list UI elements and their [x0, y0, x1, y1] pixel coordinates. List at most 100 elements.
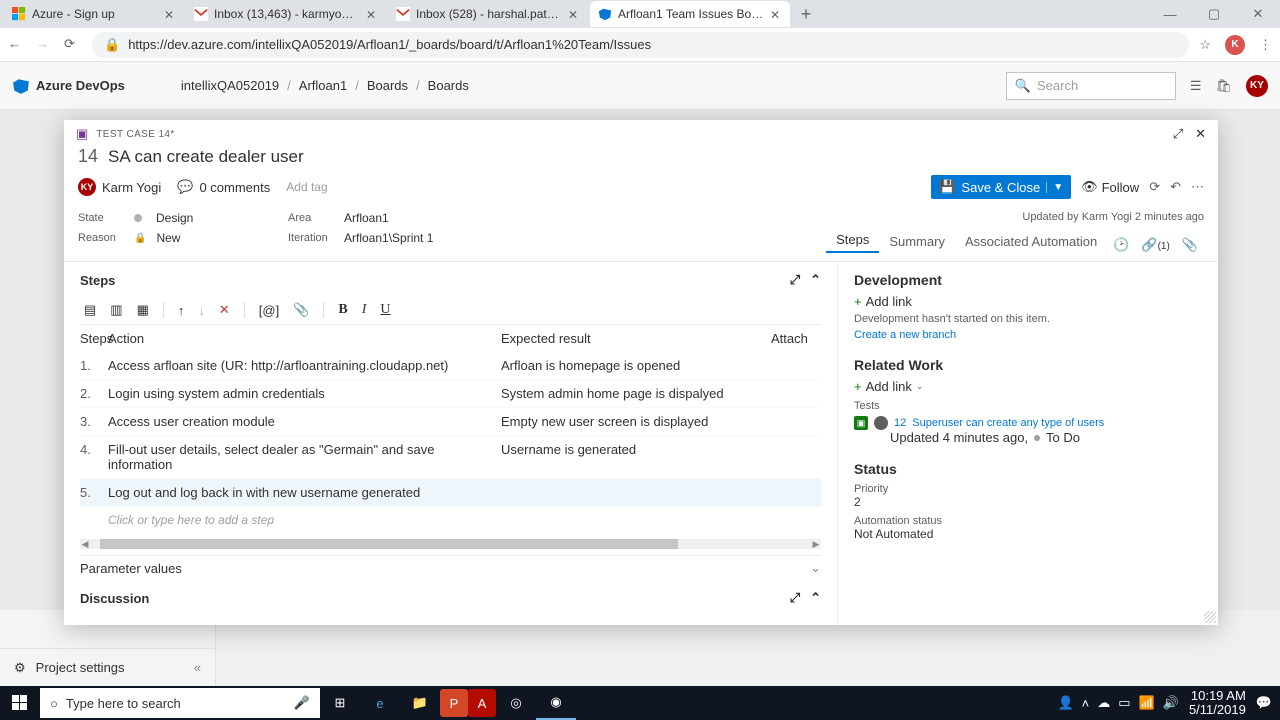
create-shared-icon[interactable]: ▦: [137, 302, 149, 318]
acrobat-icon[interactable]: A: [468, 689, 496, 717]
expand-icon[interactable]: ⤢: [1173, 126, 1183, 142]
step-row[interactable]: 2.Login using system admin credentialsSy…: [80, 380, 821, 408]
obs-icon[interactable]: ◎: [496, 686, 536, 720]
history-icon[interactable]: 🕑: [1113, 237, 1129, 253]
close-icon[interactable]: ✕: [568, 8, 580, 20]
list-icon[interactable]: ☰: [1190, 78, 1202, 94]
add-link-button[interactable]: +Add link⌄: [854, 379, 1202, 394]
url-input[interactable]: 🔒 https://dev.azure.com/intellixQA052019…: [92, 32, 1189, 58]
tab-summary[interactable]: Summary: [879, 230, 955, 253]
undo-icon[interactable]: ↶: [1170, 179, 1181, 195]
reason-value[interactable]: New: [156, 231, 180, 245]
refresh-icon[interactable]: ⟳: [1149, 179, 1160, 195]
menu-icon[interactable]: ⋮: [1259, 37, 1272, 53]
breadcrumb-item[interactable]: intellixQA052019: [181, 78, 279, 93]
chevron-up-icon[interactable]: ⌃: [810, 272, 821, 288]
state-value[interactable]: Design: [156, 211, 193, 225]
close-icon[interactable]: ✕: [770, 8, 782, 20]
chrome-icon[interactable]: ◉: [536, 686, 576, 720]
breadcrumb-item[interactable]: Boards: [367, 78, 408, 93]
save-button[interactable]: 💾 Save & Close ▼: [931, 175, 1071, 199]
more-icon[interactable]: ⋯: [1191, 179, 1204, 195]
breadcrumb-item[interactable]: Arfloan1: [299, 78, 347, 93]
add-tag-button[interactable]: Add tag: [286, 180, 327, 194]
close-icon[interactable]: ✕: [1195, 126, 1206, 142]
links-icon[interactable]: 🔗(1): [1141, 237, 1169, 253]
iteration-value[interactable]: Arfloan1\Sprint 1: [344, 231, 433, 245]
create-branch-link[interactable]: Create a new branch: [854, 329, 956, 341]
tab-associated[interactable]: Associated Automation: [955, 230, 1107, 253]
comments-button[interactable]: 💬 0 comments: [177, 179, 270, 195]
notifications-icon[interactable]: 💬: [1256, 695, 1272, 711]
mic-icon[interactable]: 🎤: [294, 695, 310, 711]
user-avatar[interactable]: KY: [1246, 75, 1268, 97]
wifi-icon[interactable]: 📶: [1139, 695, 1155, 711]
shopping-icon[interactable]: 🛍: [1215, 78, 1232, 94]
insert-shared-icon[interactable]: ▥: [110, 302, 122, 318]
close-icon[interactable]: ✕: [164, 8, 176, 20]
parameter-values-section[interactable]: Parameter values⌄: [80, 555, 821, 580]
search-input[interactable]: 🔍 Search: [1006, 72, 1176, 100]
close-icon[interactable]: ✕: [366, 8, 378, 20]
attach-icon[interactable]: 📎: [293, 302, 309, 318]
related-item[interactable]: ▣ 12 Superuser can create any type of us…: [854, 416, 1202, 430]
powerpoint-icon[interactable]: P: [440, 689, 468, 717]
italic-icon[interactable]: I: [362, 302, 367, 318]
expand-icon[interactable]: ⤢: [790, 272, 800, 288]
browser-profile-avatar[interactable]: K: [1225, 35, 1245, 55]
volume-icon[interactable]: 🔊: [1163, 695, 1179, 711]
forward-icon[interactable]: →: [36, 36, 54, 54]
param-icon[interactable]: [@]: [259, 303, 279, 318]
bold-icon[interactable]: B: [338, 302, 347, 318]
browser-tab[interactable]: Inbox (13,463) - karmyogi@gma ✕: [186, 1, 386, 27]
follow-button[interactable]: 👁Follow: [1081, 179, 1139, 195]
add-link-button[interactable]: +Add link: [854, 294, 1202, 309]
edge-icon[interactable]: e: [360, 686, 400, 720]
new-tab-button[interactable]: +: [792, 0, 820, 28]
workitem-title[interactable]: SA can create dealer user: [108, 147, 304, 167]
tab-steps[interactable]: Steps: [826, 228, 879, 253]
area-value[interactable]: Arfloan1: [344, 211, 389, 225]
insert-step-icon[interactable]: ▤: [84, 302, 96, 318]
back-icon[interactable]: ←: [8, 36, 26, 54]
expand-icon[interactable]: ⤢: [790, 590, 800, 606]
chevron-up-icon[interactable]: ⌃: [810, 590, 821, 606]
step-row[interactable]: 1.Access arfloan site (UR: http://arfloa…: [80, 352, 821, 380]
delete-icon[interactable]: ✕: [219, 302, 230, 318]
product-logo[interactable]: Azure DevOps: [12, 77, 125, 95]
add-step-placeholder[interactable]: Click or type here to add a step: [80, 507, 821, 533]
reload-icon[interactable]: ⟳: [64, 36, 82, 54]
tray-up-icon[interactable]: ˄: [1082, 696, 1090, 711]
taskview-icon[interactable]: ⊞: [320, 686, 360, 720]
automation-value[interactable]: Not Automated: [854, 527, 1202, 541]
step-row-selected[interactable]: 5.Log out and log back in with new usern…: [80, 479, 821, 507]
taskbar-clock[interactable]: 10:19 AM 5/11/2019: [1189, 689, 1246, 718]
window-maximize[interactable]: ▢: [1192, 0, 1236, 28]
assignee-picker[interactable]: KY Karm Yogi: [78, 178, 161, 196]
horizontal-scrollbar[interactable]: ◀▶: [80, 539, 821, 549]
priority-value[interactable]: 2: [854, 495, 1202, 509]
browser-tab-active[interactable]: Arfloan1 Team Issues Board - Bo ✕: [590, 1, 790, 27]
battery-icon[interactable]: ▭: [1118, 695, 1130, 711]
onedrive-icon[interactable]: ☁: [1097, 695, 1110, 711]
star-icon[interactable]: ☆: [1199, 37, 1211, 53]
resize-handle[interactable]: [1204, 611, 1216, 623]
step-row[interactable]: 4.Fill-out user details, select dealer a…: [80, 436, 821, 479]
step-row[interactable]: 3.Access user creation moduleEmpty new u…: [80, 408, 821, 436]
breadcrumb-item[interactable]: Boards: [428, 78, 469, 93]
project-settings[interactable]: ⚙ Project settings «: [0, 648, 215, 686]
browser-tab[interactable]: Azure - Sign up ✕: [4, 1, 184, 27]
taskbar-search[interactable]: ○Type here to search🎤: [40, 688, 320, 718]
window-minimize[interactable]: —: [1148, 0, 1192, 28]
start-button[interactable]: [0, 686, 40, 720]
underline-icon[interactable]: U: [380, 302, 390, 318]
attachment-icon[interactable]: 📎: [1182, 237, 1198, 253]
collapse-icon[interactable]: «: [194, 660, 201, 675]
window-close[interactable]: ✕: [1236, 0, 1280, 28]
system-tray[interactable]: 👤 ˄ ☁ ▭ 📶 🔊: [1057, 695, 1178, 711]
chevron-down-icon[interactable]: ▼: [1046, 182, 1063, 193]
people-icon[interactable]: 👤: [1057, 695, 1073, 711]
browser-tab[interactable]: Inbox (528) - harshal.patel71@g ✕: [388, 1, 588, 27]
explorer-icon[interactable]: 📁: [400, 686, 440, 720]
move-down-icon[interactable]: ↓: [198, 303, 205, 318]
